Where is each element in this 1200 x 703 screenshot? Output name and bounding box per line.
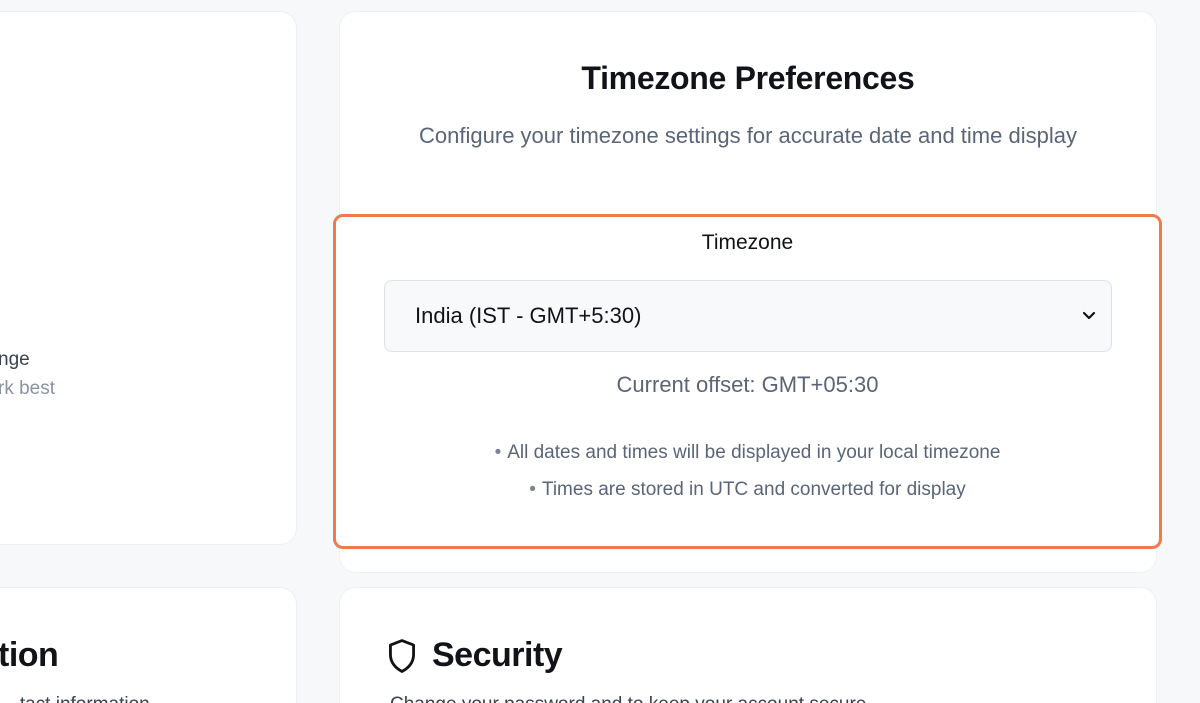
left-bottom-card-title: tion [0,636,59,674]
timezone-select-value: India (IST - GMT+5:30) [415,303,642,328]
timezone-notes: • All dates and times will be displayed i… [333,434,1162,508]
chevron-down-icon [1082,311,1096,320]
left-card-text-secondary: rk best [0,378,56,399]
left-card-text-primary: nge [0,349,30,370]
timezone-card-title: Timezone Preferences [581,60,915,96]
settings-page: nge rk best Timezone Preferences Configu… [0,0,1200,703]
timezone-select[interactable]: India (IST - GMT+5:30) [384,280,1112,352]
timezone-card-description: Configure your timezone settings for acc… [419,123,1077,148]
bullet-icon: • [494,442,502,463]
left-settings-card [0,12,296,544]
security-header: Security [386,636,563,675]
security-subtitle: Change your password and to keep your ac… [390,694,866,703]
shield-icon [389,638,415,673]
timezone-note-item: • Times are stored in UTC and converted f… [529,479,966,500]
security-title: Security [432,636,563,674]
timezone-note-item: • All dates and times will be displayed i… [494,442,1001,463]
bullet-icon: • [529,479,536,500]
timezone-field-label: Timezone [701,231,794,254]
left-bottom-card-subtitle: ...tact information... [4,694,166,703]
current-offset-text: Current offset: GMT+05:30 [616,372,879,397]
